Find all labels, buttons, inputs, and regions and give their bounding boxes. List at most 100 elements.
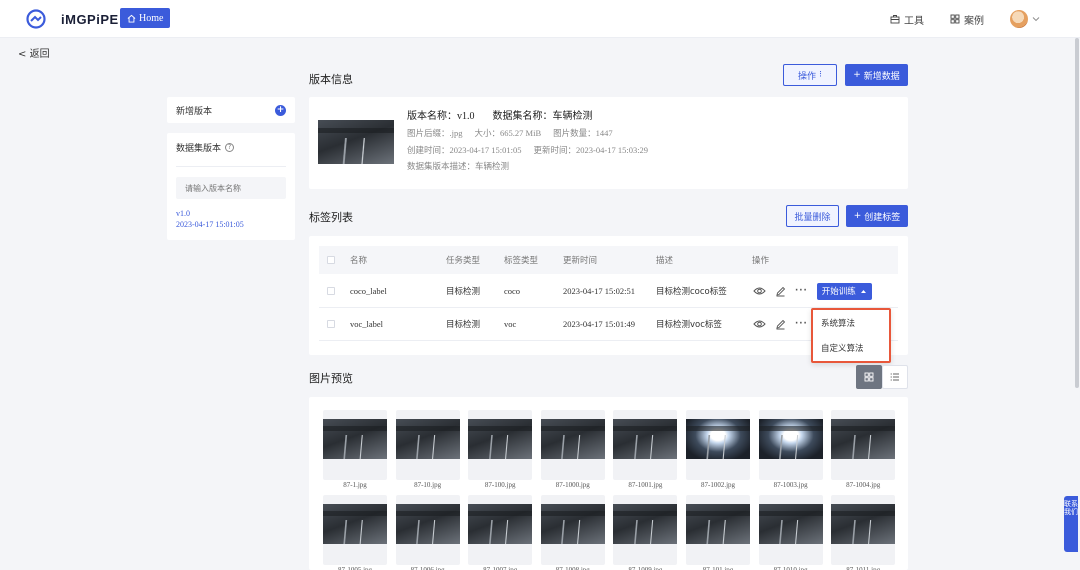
row-checkbox[interactable] — [327, 287, 335, 295]
image-filename: 87-101.jpg — [702, 566, 734, 570]
image-card[interactable] — [540, 410, 605, 480]
help-icon[interactable]: ? — [225, 142, 235, 152]
contact-us-button[interactable]: 联系我们 — [1064, 496, 1078, 552]
row-checkbox[interactable] — [327, 320, 335, 328]
description-label: 数据集版本描述： — [407, 162, 476, 172]
image-card[interactable] — [323, 495, 387, 565]
chevron-left-icon: < — [18, 49, 27, 60]
back-link[interactable]: < 返回 — [18, 45, 50, 60]
image-card[interactable] — [831, 495, 896, 565]
image-thumbnail — [468, 504, 533, 544]
home-icon — [127, 14, 136, 23]
image-thumbnail — [323, 504, 387, 544]
add-data-button[interactable]: + 新增数据 — [845, 64, 908, 86]
image-thumbnail — [540, 504, 605, 544]
column-header: 操作 — [752, 256, 770, 266]
image-card[interactable] — [395, 410, 460, 480]
image-card[interactable] — [831, 410, 896, 480]
image-card[interactable] — [758, 410, 823, 480]
suffix-label: 图片后缀： — [407, 129, 450, 139]
version-search-input[interactable] — [176, 177, 286, 199]
nav-tools[interactable]: 工具 — [890, 12, 924, 27]
plus-icon: + — [853, 70, 861, 80]
version-item[interactable]: v1.0 2023-04-17 15:01:05 — [176, 208, 286, 230]
eye-icon[interactable] — [753, 319, 766, 329]
image-filename: 87-1002.jpg — [700, 481, 736, 489]
image-filename: 87-1001.jpg — [628, 481, 663, 489]
top-navbar: iMGPiPE Home 工具 案例 — [0, 0, 1080, 38]
image-filename: 87-100.jpg — [484, 481, 516, 489]
image-filename: 87-1011.jpg — [846, 566, 881, 570]
new-version-button[interactable]: 新增版本 + — [167, 97, 295, 123]
start-training-button[interactable]: 开始训练 — [816, 282, 872, 300]
back-label: 返回 — [29, 49, 50, 60]
image-card[interactable] — [613, 410, 678, 480]
image-card[interactable] — [323, 410, 387, 480]
image-filename: 87-10.jpg — [414, 481, 442, 489]
image-thumbnail — [613, 419, 678, 459]
select-all-checkbox[interactable] — [327, 256, 335, 264]
dataset-name-label: 数据集名称： — [492, 111, 553, 122]
edit-icon[interactable] — [775, 319, 786, 330]
actions-button[interactable]: 操作 ⁝ — [783, 64, 837, 86]
image-card[interactable] — [395, 495, 460, 565]
version-item-name: v1.0 — [176, 209, 190, 218]
version-name-label: 版本名称： — [407, 111, 457, 122]
start-training-label: 开始训练 — [821, 287, 856, 297]
more-icon[interactable]: ··· — [795, 286, 808, 296]
description: 车辆检测 — [475, 162, 510, 172]
image-thumbnail — [468, 419, 533, 459]
logo-text: iMGPiPE — [61, 11, 119, 27]
more-icon[interactable]: ··· — [795, 319, 808, 329]
chevron-down-icon — [1032, 17, 1040, 22]
image-filename: 87-1004.jpg — [846, 481, 881, 489]
image-card[interactable] — [686, 410, 750, 480]
create-label-button[interactable]: + 创建标签 — [846, 205, 908, 227]
image-card[interactable] — [686, 495, 750, 565]
plus-icon: + — [853, 211, 862, 221]
page-scrollbar[interactable] — [1075, 38, 1079, 388]
batch-delete-label: 批量删除 — [794, 212, 831, 223]
plus-circle-icon: + — [275, 104, 286, 116]
list-view-toggle[interactable] — [882, 365, 908, 389]
image-thumbnail — [686, 419, 750, 459]
image-filename: 87-1008.jpg — [555, 566, 590, 570]
image-thumbnail — [540, 419, 605, 459]
column-header: 任务类型 — [446, 256, 481, 266]
user-menu[interactable] — [1010, 10, 1040, 28]
image-card[interactable] — [758, 495, 823, 565]
image-card[interactable] — [540, 495, 605, 565]
eye-icon[interactable] — [753, 286, 766, 296]
grid-icon — [950, 14, 960, 24]
logo[interactable]: iMGPiPE — [25, 9, 119, 29]
version-list-panel: 数据集版本 ? v1.0 2023-04-17 15:01:05 — [167, 133, 295, 240]
image-card[interactable] — [613, 495, 678, 565]
home-button[interactable]: Home — [120, 8, 171, 28]
caret-up-icon — [860, 289, 866, 293]
label-type: coco — [504, 286, 521, 296]
image-thumbnail — [758, 504, 823, 544]
version-info-title: 版本信息 — [309, 73, 353, 86]
count-label: 图片数量： — [553, 129, 596, 139]
image-filename: 87-1.jpg — [343, 481, 367, 489]
column-header: 描述 — [656, 256, 674, 266]
create-label-label: 创建标签 — [864, 212, 901, 223]
menu-item-system-algorithm[interactable]: 系统算法 — [813, 310, 889, 335]
menu-item-custom-algorithm[interactable]: 自定义算法 — [813, 335, 889, 360]
edit-icon[interactable] — [775, 286, 786, 297]
image-thumbnail — [613, 504, 678, 544]
image-thumbnail — [395, 419, 460, 459]
image-card[interactable] — [468, 410, 533, 480]
logo-icon — [26, 9, 46, 29]
grid-view-toggle[interactable] — [856, 365, 882, 389]
table-header: 名称 任务类型 标签类型 更新时间 描述 操作 — [319, 246, 898, 274]
nav-cases[interactable]: 案例 — [950, 12, 984, 27]
updated: 2023-04-17 15:03:29 — [576, 145, 649, 155]
contact-us-label: 联系我们 — [1064, 500, 1078, 516]
label-task: 目标检测 — [446, 287, 481, 297]
updated-label: 更新时间： — [533, 146, 577, 156]
image-card[interactable] — [468, 495, 533, 565]
avatar — [1010, 10, 1028, 28]
size: 665.27 MiB — [500, 128, 542, 138]
batch-delete-button[interactable]: 批量删除 — [786, 205, 839, 227]
